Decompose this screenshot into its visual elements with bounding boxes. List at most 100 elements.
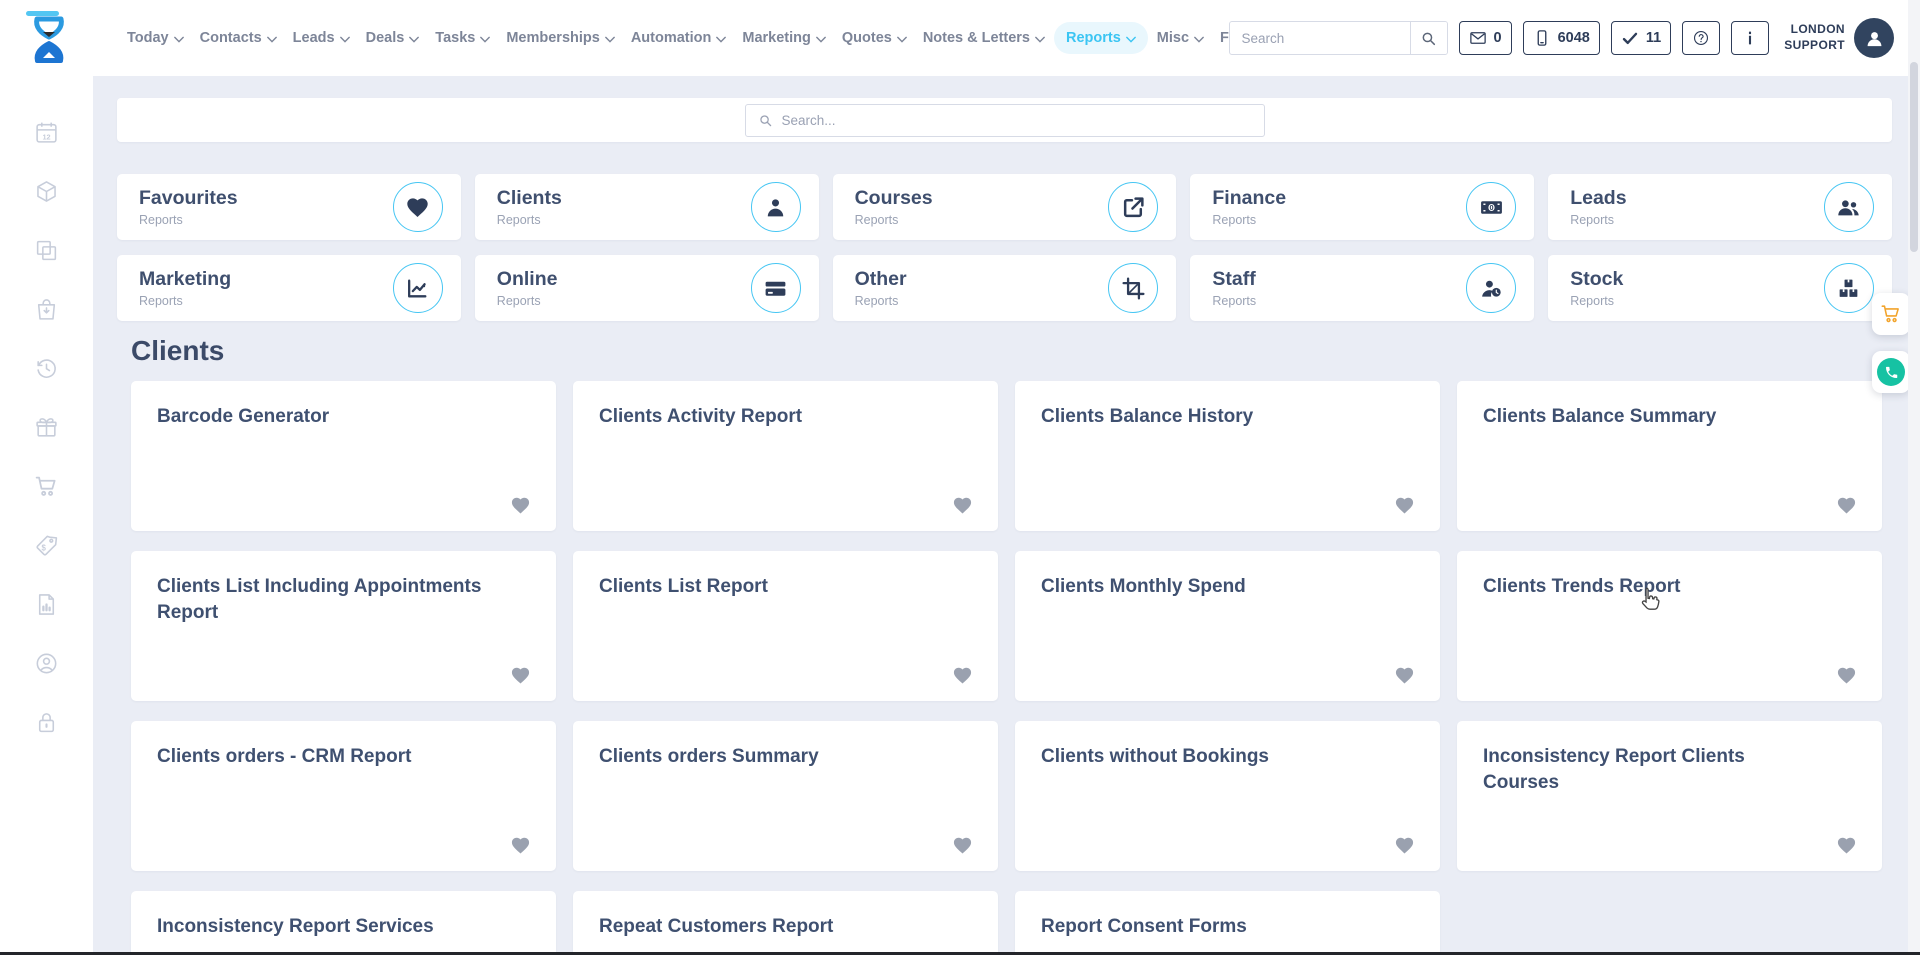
report-card[interactable]: Report Consent Forms	[1015, 891, 1440, 955]
chevron-down-icon	[1126, 36, 1136, 43]
category-card-leads[interactable]: LeadsReports	[1548, 174, 1892, 240]
scrollbar-thumb[interactable]	[1910, 62, 1918, 252]
report-card[interactable]: Inconsistency Report Clients Courses	[1457, 721, 1882, 871]
sidebar-cart-icon[interactable]	[34, 474, 59, 499]
nav-item-leads[interactable]: Leads	[286, 22, 357, 54]
header-search-input[interactable]	[1230, 31, 1410, 46]
sidebar-shopping-bag-icon[interactable]	[34, 297, 59, 322]
category-card-stock[interactable]: StockReports	[1548, 255, 1892, 321]
category-subtitle: Reports	[1212, 294, 1256, 308]
nav-item-marketing[interactable]: Marketing	[735, 22, 833, 54]
report-card[interactable]: Repeat Customers Report	[573, 891, 998, 955]
category-card-clients[interactable]: ClientsReports	[475, 174, 819, 240]
avatar[interactable]	[1854, 18, 1894, 58]
report-card[interactable]: Inconsistency Report Services	[131, 891, 556, 955]
user-icon	[751, 182, 801, 232]
category-card-courses[interactable]: CoursesReports	[833, 174, 1177, 240]
icon-sidebar: 12 $	[0, 76, 93, 955]
user-menu[interactable]: LONDON SUPPORT	[1784, 18, 1894, 58]
favourite-heart-icon[interactable]	[1835, 835, 1858, 856]
report-title: Report Consent Forms	[1041, 914, 1369, 940]
report-card[interactable]: Clients without Bookings	[1015, 721, 1440, 871]
nav-item-notes-letters[interactable]: Notes & Letters	[916, 22, 1052, 54]
nav-item-contacts[interactable]: Contacts	[193, 22, 284, 54]
credit-card-icon	[751, 263, 801, 313]
report-title: Barcode Generator	[157, 404, 485, 430]
report-card[interactable]: Clients Activity Report	[573, 381, 998, 531]
sidebar-account-circle-icon[interactable]	[34, 651, 59, 676]
report-card[interactable]: Clients Monthly Spend	[1015, 551, 1440, 701]
nav-item-tasks[interactable]: Tasks	[428, 22, 497, 54]
messages-button[interactable]: 0	[1459, 21, 1512, 55]
category-card-favourites[interactable]: FavouritesReports	[117, 174, 461, 240]
category-card-other[interactable]: OtherReports	[833, 255, 1177, 321]
person-icon	[1863, 27, 1886, 50]
external-link-icon	[1108, 182, 1158, 232]
sidebar-history-icon[interactable]	[34, 356, 59, 381]
user-name: LONDON SUPPORT	[1784, 22, 1845, 53]
favourite-heart-icon[interactable]	[1393, 495, 1416, 516]
main-nav: Today Contacts LeadsDealsTasksMembershipsA…	[120, 0, 1260, 76]
report-card[interactable]: Clients orders Summary	[573, 721, 998, 871]
favourite-heart-icon[interactable]	[1835, 665, 1858, 686]
favourite-heart-icon[interactable]	[1835, 495, 1858, 516]
cart-widget[interactable]	[1872, 293, 1910, 335]
info-button[interactable]	[1731, 21, 1769, 55]
report-grid: Barcode Generator Clients Activity Report…	[131, 381, 1882, 955]
svg-text:12: 12	[42, 132, 50, 141]
report-card[interactable]: Clients Balance Summary	[1457, 381, 1882, 531]
nav-item-misc[interactable]: Misc	[1150, 22, 1211, 54]
sidebar-document-chart-icon[interactable]	[34, 592, 59, 617]
favourite-heart-icon[interactable]	[1393, 835, 1416, 856]
report-card[interactable]: Clients Balance History	[1015, 381, 1440, 531]
sidebar-lock-icon[interactable]	[34, 710, 59, 735]
tasks-button[interactable]: 11	[1611, 21, 1671, 55]
report-card[interactable]: Barcode Generator	[131, 381, 556, 531]
nav-item-deals[interactable]: Deals	[359, 22, 427, 54]
report-card[interactable]: Clients Trends Report	[1457, 551, 1882, 701]
nav-item-today[interactable]: Today	[120, 22, 191, 54]
sidebar-copy-icon[interactable]	[34, 238, 59, 263]
nav-label: Reports	[1066, 30, 1121, 46]
favourite-heart-icon[interactable]	[1393, 665, 1416, 686]
sidebar-price-tag-icon[interactable]: $	[34, 533, 59, 558]
nav-label: Today	[127, 30, 169, 46]
crop-icon	[1108, 263, 1158, 313]
category-card-marketing[interactable]: MarketingReports	[117, 255, 461, 321]
sidebar-calendar-icon[interactable]: 12	[34, 120, 59, 145]
favourite-heart-icon[interactable]	[509, 495, 532, 516]
main-content: FavouritesReportsClientsReportsCoursesRe…	[93, 76, 1920, 955]
favourite-heart-icon[interactable]	[951, 835, 974, 856]
nav-item-reports[interactable]: Reports	[1054, 22, 1148, 54]
phone-widget[interactable]	[1872, 351, 1910, 393]
category-card-staff[interactable]: StaffReports	[1190, 255, 1534, 321]
favourite-heart-icon[interactable]	[951, 495, 974, 516]
header-search-button[interactable]	[1410, 22, 1447, 54]
report-card[interactable]: Clients List Report	[573, 551, 998, 701]
favourite-heart-icon[interactable]	[509, 835, 532, 856]
sidebar-gift-icon[interactable]	[34, 415, 59, 440]
help-button[interactable]	[1682, 21, 1720, 55]
nav-item-quotes[interactable]: Quotes	[835, 22, 914, 54]
category-title: Marketing	[139, 268, 231, 291]
category-card-finance[interactable]: FinanceReports0	[1190, 174, 1534, 240]
report-search-input[interactable]	[782, 113, 1252, 128]
category-card-online[interactable]: OnlineReports	[475, 255, 819, 321]
nav-item-automation[interactable]: Automation	[624, 22, 734, 54]
nav-item-memberships[interactable]: Memberships	[499, 22, 621, 54]
report-card[interactable]: Clients List Including Appointments Repo…	[131, 551, 556, 701]
report-title: Clients Balance History	[1041, 404, 1369, 430]
favourite-heart-icon[interactable]	[509, 665, 532, 686]
favourite-heart-icon[interactable]	[951, 665, 974, 686]
app-logo[interactable]	[24, 9, 74, 67]
sidebar-cube-icon[interactable]	[34, 179, 59, 204]
nav-label: Contacts	[200, 30, 262, 46]
chevron-down-icon	[716, 36, 726, 43]
report-card[interactable]: Clients orders - CRM Report	[131, 721, 556, 871]
sms-count: 6048	[1558, 30, 1590, 46]
sms-button[interactable]: 6048	[1523, 21, 1600, 55]
category-title: Clients	[497, 187, 562, 210]
scrollbar-track[interactable]	[1908, 0, 1920, 952]
info-icon	[1741, 29, 1759, 47]
category-title: Finance	[1212, 187, 1286, 210]
